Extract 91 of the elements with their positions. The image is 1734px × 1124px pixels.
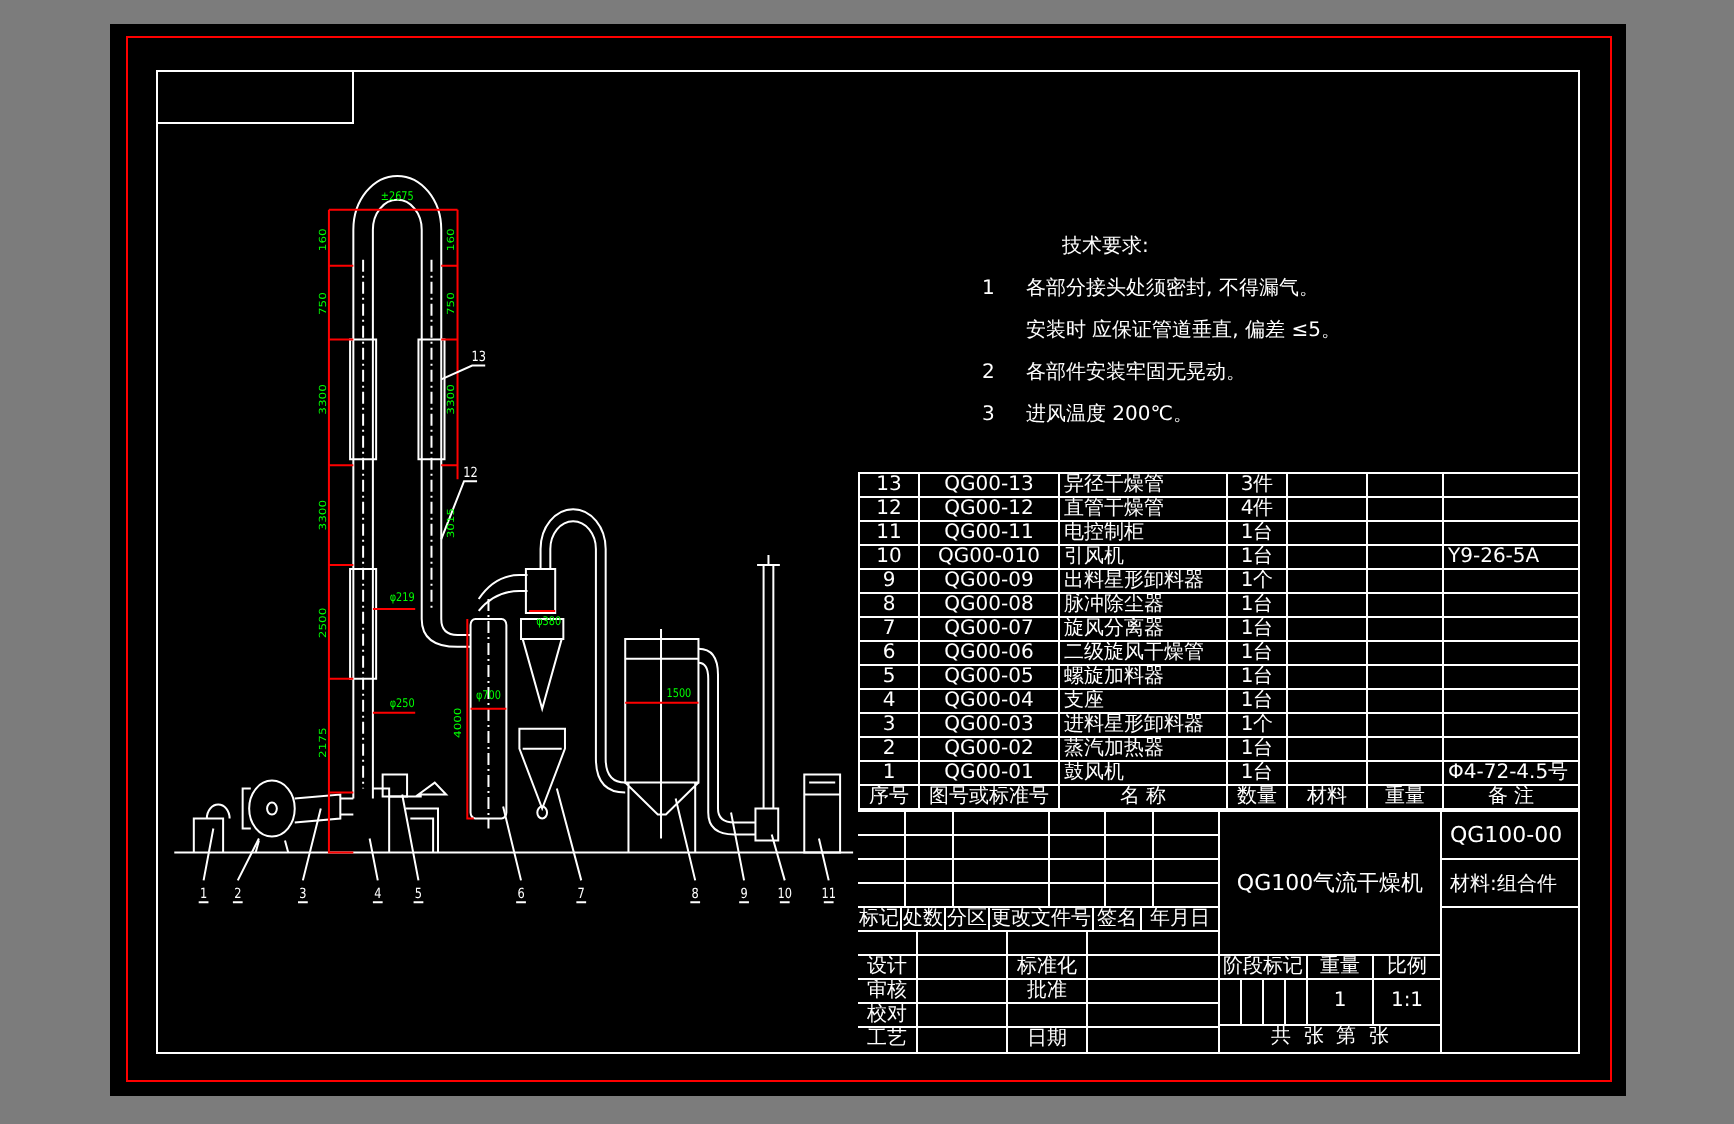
- table-cell: 9: [859, 569, 919, 593]
- column-header: 名 称: [1059, 785, 1227, 809]
- table-cell: 8: [859, 593, 919, 617]
- table-cell: 鼓风机: [1059, 761, 1227, 785]
- table-cell: 1台: [1227, 689, 1287, 713]
- title-block-label: 比例: [1385, 956, 1429, 978]
- table-cell: 脉冲除尘器: [1059, 593, 1227, 617]
- table-cell: QG00-11: [919, 521, 1059, 545]
- table-cell: 1台: [1227, 761, 1287, 785]
- note-text: 各部分接头处须密封, 不得漏气。: [1026, 278, 1319, 302]
- table-cell: 1台: [1227, 593, 1287, 617]
- weight-value: 1: [1308, 980, 1374, 1024]
- title-block-label: 处数: [902, 908, 946, 930]
- note-number: 1: [982, 278, 997, 302]
- table-cell: QG00-09: [919, 569, 1059, 593]
- note-text: 安装时 应保证管道垂直, 偏差 ≤5。: [1026, 320, 1341, 344]
- table-cell: 13: [859, 473, 919, 497]
- table-cell: QG00-12: [919, 497, 1059, 521]
- table-cell: 10: [859, 545, 919, 569]
- title-block-label: 标准化: [1008, 956, 1088, 978]
- table-cell: QG00-05: [919, 665, 1059, 689]
- table-cell: 1个: [1227, 713, 1287, 737]
- table-cell: 1台: [1227, 737, 1287, 761]
- table-cell: 12: [859, 497, 919, 521]
- table-cell: 7: [859, 617, 919, 641]
- table-cell: 螺旋加料器: [1059, 665, 1227, 689]
- table-cell: 电控制柜: [1059, 521, 1227, 545]
- table-cell: 1: [859, 761, 919, 785]
- table-cell: 直管干燥管: [1059, 497, 1227, 521]
- table-cell: 11: [859, 521, 919, 545]
- note-text: 各部件安装牢固无晃动。: [1026, 362, 1246, 386]
- column-header: 序号: [859, 785, 919, 809]
- title-block-label: 批准: [1008, 980, 1088, 1002]
- table-cell: 5: [859, 665, 919, 689]
- column-header: 材料: [1287, 785, 1367, 809]
- table-cell: Φ4-72-4.5号: [1443, 761, 1579, 785]
- table-cell: QG00-02: [919, 737, 1059, 761]
- title-block-label: 工艺: [858, 1028, 918, 1052]
- table-cell: 1台: [1227, 545, 1287, 569]
- table-cell: 4件: [1227, 497, 1287, 521]
- title-block-label: 审核: [858, 980, 918, 1002]
- table-cell: QG00-13: [919, 473, 1059, 497]
- notes-title: 技术要求:: [1060, 236, 1151, 260]
- title-block-label: 签名: [1094, 908, 1142, 930]
- title-block-label: 分区: [946, 908, 990, 930]
- table-cell: 蒸汽加热器: [1059, 737, 1227, 761]
- note-text: 进风温度 200℃。: [1026, 404, 1193, 428]
- table-cell: 3: [859, 713, 919, 737]
- column-header: 数量: [1227, 785, 1287, 809]
- table-cell: QG00-04: [919, 689, 1059, 713]
- table-cell: 旋风分离器: [1059, 617, 1227, 641]
- table-cell: 1台: [1227, 617, 1287, 641]
- title-block-label: 设计: [858, 956, 918, 978]
- material-label: 材料:组合件: [1442, 860, 1578, 908]
- table-cell: 1个: [1227, 569, 1287, 593]
- table-cell: QG00-06: [919, 641, 1059, 665]
- table-cell: 支座: [1059, 689, 1227, 713]
- table-cell: QG00-03: [919, 713, 1059, 737]
- sheet-count: 共 张 第 张: [1268, 1026, 1392, 1048]
- table-cell: 1台: [1227, 665, 1287, 689]
- table-cell: QG00-07: [919, 617, 1059, 641]
- table-cell: 进料星形卸料器: [1059, 713, 1227, 737]
- table-cell: QG00-08: [919, 593, 1059, 617]
- title-block-label: 日期: [1008, 1028, 1088, 1052]
- column-header: 重量: [1367, 785, 1443, 809]
- scale-value: 1:1: [1388, 988, 1426, 1016]
- table-cell: 6: [859, 641, 919, 665]
- table-cell: 二级旋风干燥管: [1059, 641, 1227, 665]
- title-block-label: 阶段标记: [1220, 956, 1308, 978]
- column-header: 图号或标准号: [919, 785, 1059, 809]
- title-block-label: 年月日: [1148, 908, 1212, 930]
- title-block-label: 重量: [1308, 956, 1374, 978]
- table-cell: 引风机: [1059, 545, 1227, 569]
- table-cell: 异径干燥管: [1059, 473, 1227, 497]
- table-cell: 1台: [1227, 521, 1287, 545]
- title-block-label: 更改文件号: [990, 908, 1094, 930]
- column-header: 备 注: [1443, 785, 1579, 809]
- table-cell: 4: [859, 689, 919, 713]
- title-block-label: 标记: [858, 908, 902, 930]
- table-cell: QG00-010: [919, 545, 1059, 569]
- drawing-title: QG100气流干燥机: [1220, 812, 1440, 956]
- table-cell: 2: [859, 737, 919, 761]
- table-cell: QG00-01: [919, 761, 1059, 785]
- note-number: 3: [982, 404, 997, 428]
- title-block-label: 校对: [858, 1004, 918, 1026]
- table-cell: Y9-26-5A: [1443, 545, 1579, 569]
- drawing-number: QG100-00: [1442, 812, 1578, 860]
- table-cell: 出料星形卸料器: [1059, 569, 1227, 593]
- table-cell: 3件: [1227, 473, 1287, 497]
- note-number: 2: [982, 362, 997, 386]
- table-cell: 1台: [1227, 641, 1287, 665]
